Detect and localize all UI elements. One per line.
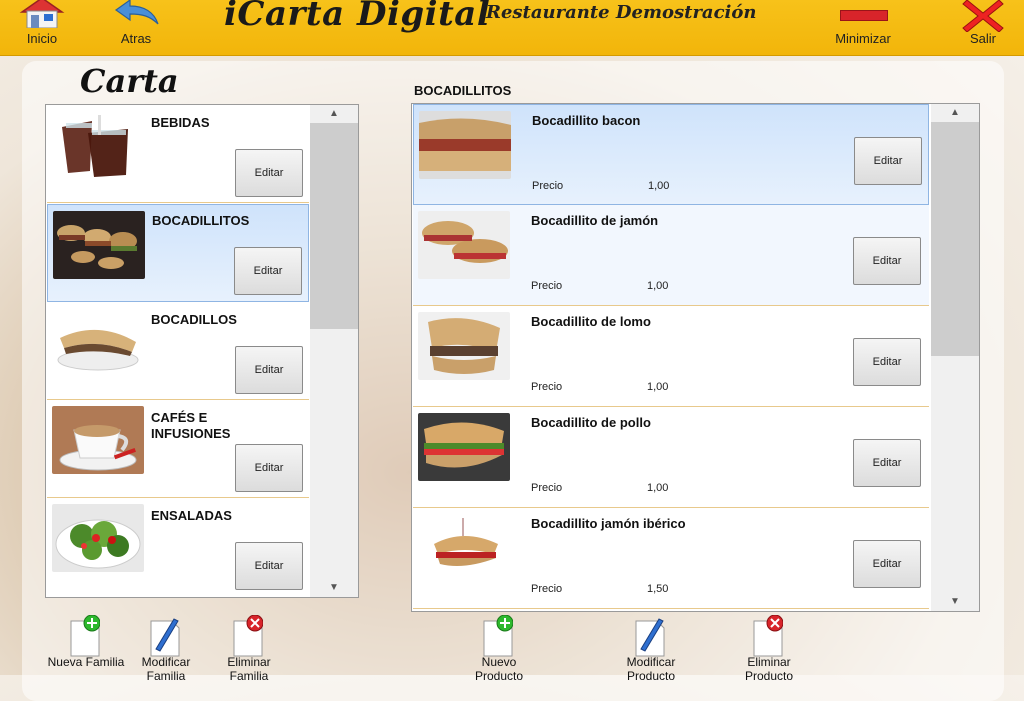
edit-document-icon	[635, 618, 665, 657]
eliminar-producto-label: Eliminar Producto	[744, 655, 794, 683]
product-name: Bocadillito bacon	[532, 113, 641, 128]
scroll-up-icon[interactable]: ▲	[931, 104, 979, 122]
price-label: Precio	[531, 482, 563, 494]
edit-product-button[interactable]: Editar	[853, 540, 921, 588]
atras-button[interactable]: Atras	[108, 0, 164, 50]
edit-product-button[interactable]: Editar	[854, 137, 922, 185]
family-row-cafes[interactable]: CAFÉS E INFUSIONES Editar	[47, 400, 309, 498]
cafes-image	[52, 406, 144, 474]
edit-family-button[interactable]: Editar	[235, 542, 303, 590]
family-name: BOCADILLITOS	[152, 213, 250, 228]
scroll-up-icon[interactable]: ▲	[310, 105, 358, 123]
scroll-down-icon[interactable]: ▼	[931, 593, 979, 611]
price-value: 1,50	[647, 583, 669, 595]
bocadillitos-image	[53, 211, 145, 279]
family-row-bebidas[interactable]: BEBIDAS Editar	[47, 105, 309, 203]
product-row-pollo[interactable]: Bocadillito de pollo Precio 1,00 Editar	[413, 407, 929, 508]
price-value: 1,00	[647, 482, 669, 494]
products-section-title: BOCADILLITOS	[414, 83, 512, 98]
edit-product-button[interactable]: Editar	[853, 237, 921, 285]
atras-label: Atras	[120, 31, 152, 46]
bebidas-image	[52, 111, 144, 179]
close-icon	[962, 0, 1004, 32]
modificar-familia-label: Modificar Familia	[141, 655, 191, 683]
family-list-scrollbar[interactable]: ▲ ▼	[310, 105, 358, 597]
new-document-icon	[70, 615, 100, 657]
family-scroll-thumb[interactable]	[310, 123, 358, 329]
bocadillito-bacon-image	[419, 111, 511, 179]
minimizar-button[interactable]: Minimizar	[830, 0, 896, 50]
app-title: iCarta Digital	[224, 0, 491, 34]
price-value: 1,00	[647, 381, 669, 393]
top-bar: Inicio Atras iCarta Digital Restaurante …	[0, 0, 1024, 56]
edit-product-button[interactable]: Editar	[853, 439, 921, 487]
price-label: Precio	[531, 583, 563, 595]
bocadillito-iberico-image	[418, 514, 510, 582]
product-list[interactable]: Bocadillito bacon Precio 1,00 Editar Boc…	[411, 103, 980, 612]
delete-document-icon	[233, 615, 263, 657]
scroll-down-icon[interactable]: ▼	[310, 579, 358, 597]
family-name: CAFÉS E INFUSIONES	[151, 410, 231, 441]
family-name: BEBIDAS	[151, 115, 210, 130]
product-name: Bocadillito jamón ibérico	[531, 516, 686, 531]
price-label: Precio	[531, 280, 563, 292]
inicio-label: Inicio	[26, 31, 58, 46]
edit-document-icon	[150, 618, 180, 657]
family-row-ensaladas[interactable]: ENSALADAS Editar	[47, 498, 309, 596]
product-name: Bocadillito de jamón	[531, 213, 659, 228]
edit-family-button[interactable]: Editar	[235, 346, 303, 394]
family-name: BOCADILLOS	[151, 312, 237, 327]
product-row-iberico[interactable]: Bocadillito jamón ibérico Precio 1,50 Ed…	[413, 508, 929, 609]
nuevo-producto-label: Nuevo Producto	[474, 655, 524, 683]
bocadillito-lomo-image	[418, 312, 510, 380]
restaurant-name: Restaurante Demostración	[486, 2, 757, 23]
bocadillito-jamon-image	[418, 211, 510, 279]
edit-family-button[interactable]: Editar	[235, 444, 303, 492]
inicio-button[interactable]: Inicio	[16, 0, 68, 50]
nueva-familia-label: Nueva Familia	[47, 655, 125, 669]
product-list-scrollbar[interactable]: ▲ ▼	[931, 104, 979, 611]
family-name: ENSALADAS	[151, 508, 232, 523]
product-row-lomo[interactable]: Bocadillito de lomo Precio 1,00 Editar	[413, 306, 929, 407]
product-row-bacon[interactable]: Bocadillito bacon Precio 1,00 Editar	[413, 104, 929, 205]
product-name: Bocadillito de lomo	[531, 314, 651, 329]
product-row-jamon[interactable]: Bocadillito de jamón Precio 1,00 Editar	[413, 205, 929, 306]
edit-product-button[interactable]: Editar	[853, 338, 921, 386]
price-value: 1,00	[647, 280, 669, 292]
edit-family-button[interactable]: Editar	[234, 247, 302, 295]
minimize-icon	[840, 10, 888, 21]
edit-family-button[interactable]: Editar	[235, 149, 303, 197]
modificar-producto-label: Modificar Producto	[626, 655, 676, 683]
bocadillito-pollo-image	[418, 413, 510, 481]
new-document-icon	[483, 615, 513, 657]
home-icon	[19, 0, 65, 28]
salir-label: Salir	[969, 31, 996, 46]
product-scroll-thumb[interactable]	[931, 122, 979, 356]
family-row-bocadillitos[interactable]: BOCADILLITOS Editar	[47, 204, 309, 302]
carta-title: Carta	[80, 62, 179, 100]
family-row-bocadillos[interactable]: BOCADILLOS Editar	[47, 302, 309, 400]
product-name: Bocadillito de pollo	[531, 415, 651, 430]
price-label: Precio	[532, 180, 564, 192]
back-arrow-icon	[114, 0, 159, 25]
ensaladas-image	[52, 504, 144, 572]
family-list[interactable]: BEBIDAS Editar BOCADILLITOS Editar BOCAD…	[45, 104, 359, 598]
salir-button[interactable]: Salir	[958, 0, 1008, 50]
price-label: Precio	[531, 381, 563, 393]
eliminar-familia-label: Eliminar Familia	[227, 655, 271, 683]
bocadillos-image	[52, 308, 144, 376]
price-value: 1,00	[648, 180, 670, 192]
delete-document-icon	[753, 615, 783, 657]
minimizar-label: Minimizar	[835, 31, 891, 46]
